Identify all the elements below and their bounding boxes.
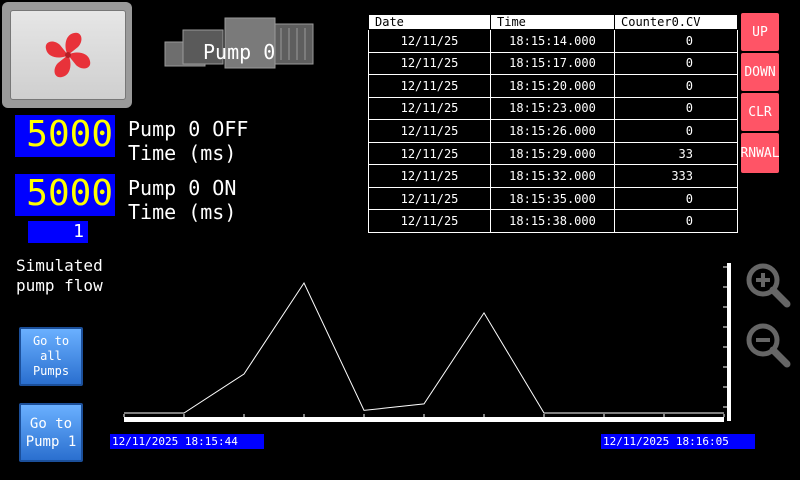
col-header-date: Date <box>368 14 491 30</box>
sim-label-line1: Simulated <box>16 256 103 275</box>
y-axis <box>727 263 731 421</box>
off-time-input[interactable]: 5000 <box>15 115 115 157</box>
table-row[interactable]: 12/11/25 18:15:26.000 0 <box>368 119 738 143</box>
cell-time: 18:15:35.000 <box>490 186 615 211</box>
table-row[interactable]: 12/11/25 18:15:35.000 0 <box>368 186 738 211</box>
cell-date: 12/11/25 <box>368 74 491 98</box>
down-button[interactable]: DOWN <box>741 53 779 91</box>
up-button[interactable]: UP <box>741 13 779 51</box>
on-time-label-line2: Time (ms) <box>128 200 237 224</box>
pump-title: Pump 0 <box>203 40 276 64</box>
fan-icon <box>45 32 91 78</box>
table-row[interactable]: 12/11/25 18:15:17.000 0 <box>368 51 738 76</box>
table-row[interactable]: 12/11/25 18:15:32.000 333 <box>368 164 738 188</box>
cell-counter: 0 <box>614 29 738 53</box>
cell-date: 12/11/25 <box>368 29 491 53</box>
cell-time: 18:15:20.000 <box>490 74 615 98</box>
cell-time: 18:15:14.000 <box>490 29 615 53</box>
cell-time: 18:15:23.000 <box>490 96 615 121</box>
clear-button[interactable]: CLR <box>741 93 779 131</box>
on-time-label: Pump 0 ON Time (ms) <box>128 176 236 224</box>
on-time-label-line1: Pump 0 ON <box>128 176 237 200</box>
cell-time: 18:15:17.000 <box>490 51 615 76</box>
table-row[interactable]: 12/11/25 18:15:20.000 0 <box>368 74 738 98</box>
zoom-out-icon[interactable] <box>745 322 791 368</box>
cell-counter: 33 <box>614 141 738 166</box>
table-row[interactable]: 12/11/25 18:15:14.000 0 <box>368 29 738 53</box>
off-time-label-line1: Pump 0 OFF <box>128 117 249 141</box>
simulated-flow-label: Simulated pump flow <box>16 256 103 296</box>
flow-trend-line <box>124 281 724 414</box>
cell-time: 18:15:29.000 <box>490 141 615 166</box>
cell-date: 12/11/25 <box>368 51 491 76</box>
go-to-pump1-button[interactable]: Go to Pump 1 <box>19 403 83 462</box>
cell-counter: 0 <box>614 209 738 233</box>
col-header-time: Time <box>490 14 615 30</box>
cell-counter: 333 <box>614 164 738 188</box>
go-to-all-pumps-button[interactable]: Go to all Pumps <box>19 327 83 386</box>
table-header-row: Date Time Counter0.CV <box>368 14 738 30</box>
on-time-input[interactable]: 5000 <box>15 174 115 216</box>
table-row[interactable]: 12/11/25 18:15:38.000 0 <box>368 209 738 233</box>
cell-counter: 0 <box>614 51 738 76</box>
sim-label-line2: pump flow <box>16 276 103 295</box>
trend-start-time: 12/11/2025 18:15:44 <box>110 434 264 449</box>
x-axis <box>124 417 724 422</box>
cell-counter: 0 <box>614 96 738 121</box>
data-log-table: Date Time Counter0.CV 12/11/25 18:15:14.0… <box>367 13 739 234</box>
cell-date: 12/11/25 <box>368 96 491 121</box>
table-row[interactable]: 12/11/25 18:15:23.000 0 <box>368 96 738 121</box>
cell-date: 12/11/25 <box>368 186 491 211</box>
off-time-label-line2: Time (ms) <box>128 141 237 165</box>
cell-time: 18:15:26.000 <box>490 119 615 143</box>
cell-date: 12/11/25 <box>368 164 491 188</box>
cell-counter: 0 <box>614 119 738 143</box>
flow-trend-chart <box>123 263 731 422</box>
fan-button[interactable] <box>2 2 132 108</box>
off-time-label: Pump 0 OFF Time (ms) <box>128 117 248 165</box>
cell-time: 18:15:32.000 <box>490 164 615 188</box>
renewal-button[interactable]: RNWAL <box>740 133 780 173</box>
counter-value: 1 <box>28 221 88 243</box>
cell-time: 18:15:38.000 <box>490 209 615 233</box>
cell-date: 12/11/25 <box>368 209 491 233</box>
cell-counter: 0 <box>614 74 738 98</box>
col-header-counter: Counter0.CV <box>614 14 738 30</box>
cell-counter: 0 <box>614 186 738 211</box>
table-row[interactable]: 12/11/25 18:15:29.000 33 <box>368 141 738 166</box>
cell-date: 12/11/25 <box>368 141 491 166</box>
trend-end-time: 12/11/2025 18:16:05 <box>601 434 755 449</box>
zoom-in-icon[interactable] <box>745 262 791 308</box>
cell-date: 12/11/25 <box>368 119 491 143</box>
